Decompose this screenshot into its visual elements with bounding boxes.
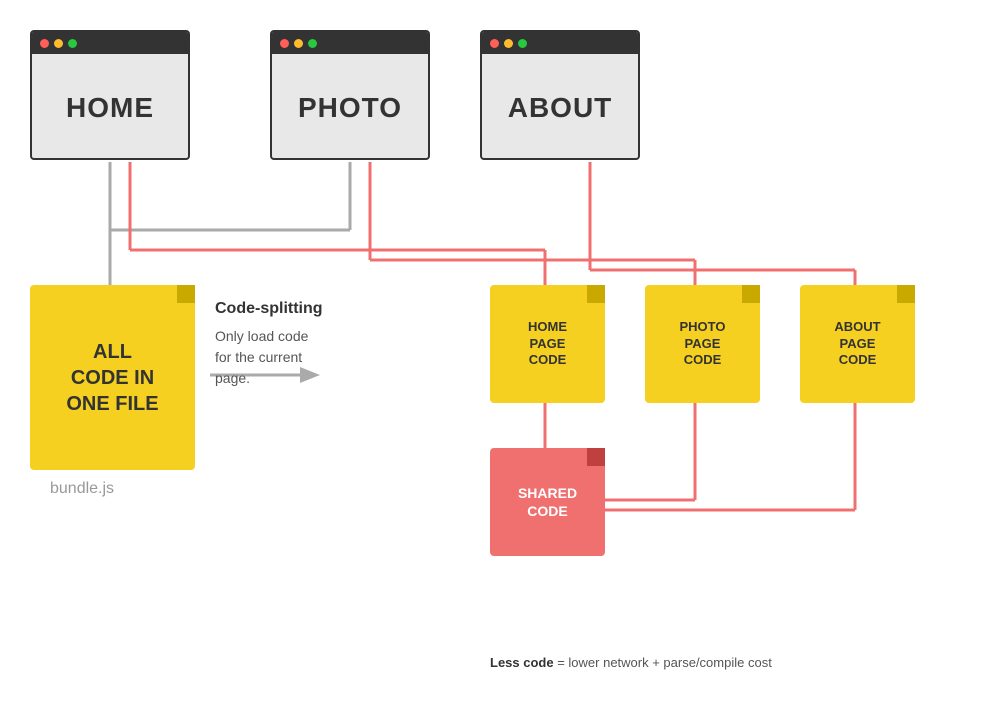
browser-label-photo: PHOTO: [272, 54, 428, 160]
dot-yellow-home: [54, 39, 63, 48]
browser-photo: PHOTO: [270, 30, 430, 160]
all-code-file: ALLCODE INONE FILE: [30, 285, 195, 470]
dot-yellow-about: [504, 39, 513, 48]
shared-code-file: SHAREDCODE: [490, 448, 605, 556]
codesplitting-desc: Only load codefor the currentpage.: [215, 326, 415, 389]
browser-titlebar-photo: [272, 32, 428, 54]
dot-yellow-photo: [294, 39, 303, 48]
home-page-code-file: HOMEPAGECODE: [490, 285, 605, 403]
photo-page-code-file: PHOTOPAGECODE: [645, 285, 760, 403]
browser-titlebar-about: [482, 32, 638, 54]
home-page-code-label: HOMEPAGECODE: [528, 319, 567, 370]
browser-label-home: HOME: [32, 54, 188, 160]
bottom-label: Less code = lower network + parse/compil…: [490, 655, 772, 670]
about-page-code-label: ABOUTPAGECODE: [834, 319, 880, 370]
about-page-code-file: ABOUTPAGECODE: [800, 285, 915, 403]
photo-page-code-label: PHOTOPAGECODE: [680, 319, 726, 370]
bundle-js-label: bundle.js: [50, 480, 114, 498]
dot-green-photo: [308, 39, 317, 48]
browser-about: ABOUT: [480, 30, 640, 160]
browser-label-about: ABOUT: [482, 54, 638, 160]
shared-code-label: SHAREDCODE: [518, 484, 577, 520]
codesplitting-block: Code-splitting Only load codefor the cur…: [215, 300, 415, 389]
all-code-label: ALLCODE INONE FILE: [66, 339, 158, 417]
dot-green-home: [68, 39, 77, 48]
browser-titlebar-home: [32, 32, 188, 54]
less-code-rest: = lower network + parse/compile cost: [554, 655, 772, 670]
dot-red-photo: [280, 39, 289, 48]
codesplitting-title: Code-splitting: [215, 300, 415, 318]
dot-green-about: [518, 39, 527, 48]
dot-red-home: [40, 39, 49, 48]
less-code-bold: Less code: [490, 655, 554, 670]
diagram-container: HOME PHOTO ABOUT ALLCODE INONE FILE bund…: [0, 0, 995, 715]
dot-red-about: [490, 39, 499, 48]
browser-home: HOME: [30, 30, 190, 160]
